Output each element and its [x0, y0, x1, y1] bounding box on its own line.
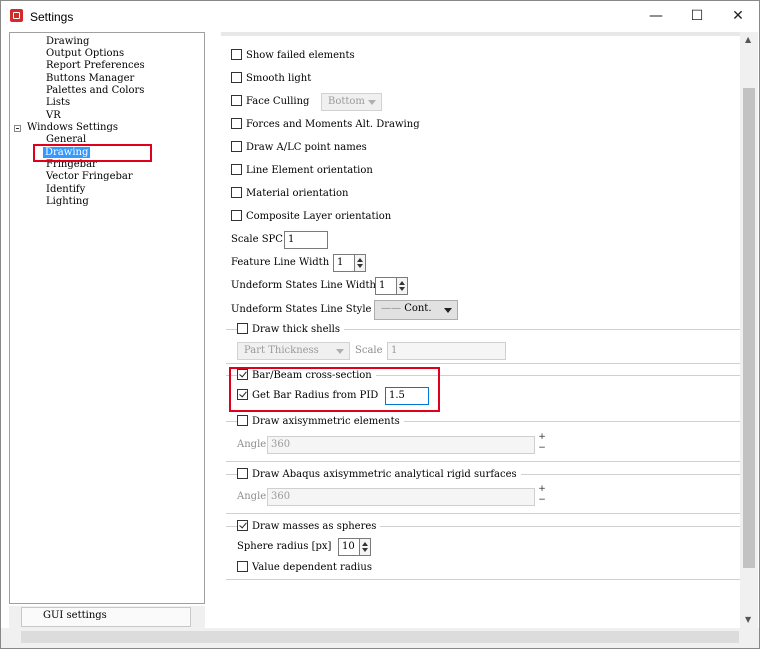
group-divider	[226, 461, 741, 462]
draw-masses-checkbox[interactable]	[237, 520, 248, 531]
face-culling-select[interactable]: Bottom	[321, 93, 382, 111]
tree-item-report-preferences[interactable]: Report Preferences	[46, 60, 145, 72]
feature-line-width-input[interactable]: 1	[333, 254, 355, 272]
composite-layer-orientation-checkbox[interactable]	[231, 210, 242, 221]
axisymmetric-angle-input[interactable]: 360	[267, 436, 535, 454]
show-failed-elements-checkbox[interactable]	[231, 49, 242, 60]
tree-item-buttons-manager[interactable]: Buttons Manager	[46, 73, 134, 85]
face-culling-row[interactable]: Face Culling	[231, 95, 309, 109]
scale-spc-input[interactable]: 1	[284, 231, 328, 249]
undeform-line-width-label: Undeform States Line Width	[231, 280, 376, 291]
app-icon	[10, 9, 23, 22]
scale-spc-label: Scale SPC	[231, 234, 283, 245]
close-button[interactable]: ✕	[723, 6, 753, 26]
material-orientation-checkbox[interactable]	[231, 187, 242, 198]
gui-settings-label: GUI settings	[43, 610, 107, 621]
value-dependent-radius-checkbox[interactable]	[237, 561, 248, 572]
abaqus-angle-input[interactable]: 360	[267, 488, 535, 506]
draw-thick-shells-row[interactable]: Draw thick shells	[237, 323, 345, 337]
forces-moments-row[interactable]: Forces and Moments Alt. Drawing	[231, 118, 420, 132]
tree-item-windows-settings[interactable]: Windows Settings	[27, 122, 118, 134]
tree-item-vector-fringebar[interactable]: Vector Fringebar	[46, 171, 133, 183]
scroll-down-icon[interactable]: ▼	[745, 615, 751, 624]
collapse-icon[interactable]	[14, 125, 21, 132]
undeform-line-style-select[interactable]: —— Cont.	[374, 300, 458, 320]
draw-axisymmetric-checkbox[interactable]	[237, 415, 248, 426]
tree-item-lighting[interactable]: Lighting	[46, 196, 89, 208]
horizontal-scroll-thumb[interactable]	[21, 631, 739, 643]
thick-shells-scale-input[interactable]: 1	[387, 342, 506, 360]
thick-shells-scale-label: Scale	[355, 345, 383, 356]
tree-item-output-options[interactable]: Output Options	[46, 48, 124, 60]
axisymmetric-minus-icon[interactable]: −	[537, 444, 547, 453]
settings-panel: Show failed elements Smooth light Face C…	[221, 32, 741, 628]
draw-alc-row[interactable]: Draw A/LC point names	[231, 141, 367, 155]
forces-moments-checkbox[interactable]	[231, 118, 242, 129]
tree-item-vr[interactable]: VR	[46, 110, 61, 122]
tree-item-lists[interactable]: Lists	[46, 97, 70, 109]
smooth-light-row[interactable]: Smooth light	[231, 72, 311, 86]
abaqus-minus-icon[interactable]: −	[537, 496, 547, 505]
settings-window: Settings — ☐ ✕ Drawing Output Options Re…	[0, 0, 760, 649]
material-orientation-row[interactable]: Material orientation	[231, 187, 348, 201]
chevron-down-icon	[336, 349, 344, 354]
feature-line-width-spinner[interactable]	[355, 254, 366, 272]
value-dependent-radius-row[interactable]: Value dependent radius	[237, 561, 372, 575]
sphere-radius-spinner[interactable]	[360, 538, 371, 556]
sphere-radius-label: Sphere radius [px]	[237, 541, 332, 552]
scroll-up-icon[interactable]: ▲	[745, 35, 751, 44]
smooth-light-checkbox[interactable]	[231, 72, 242, 83]
title-bar[interactable]: Settings — ☐ ✕	[1, 1, 759, 32]
undeform-line-width-spinner[interactable]	[397, 277, 408, 295]
group-divider	[226, 579, 741, 580]
draw-abaqus-checkbox[interactable]	[237, 468, 248, 479]
draw-thick-shells-checkbox[interactable]	[237, 323, 248, 334]
selection-highlight-box	[33, 144, 152, 162]
draw-masses-row[interactable]: Draw masses as spheres	[237, 520, 381, 534]
vertical-scroll-thumb[interactable]	[743, 88, 755, 568]
window-title: Settings	[30, 10, 74, 24]
thick-shells-mode-select[interactable]: Part Thickness	[237, 342, 350, 360]
draw-alc-checkbox[interactable]	[231, 141, 242, 152]
abaqus-plus-icon[interactable]: +	[537, 485, 547, 494]
composite-layer-orientation-row[interactable]: Composite Layer orientation	[231, 210, 391, 224]
undeform-line-width-input[interactable]: 1	[375, 277, 397, 295]
draw-axisymmetric-row[interactable]: Draw axisymmetric elements	[237, 415, 404, 429]
line-element-orientation-checkbox[interactable]	[231, 164, 242, 175]
tree-item-identify[interactable]: Identify	[46, 184, 85, 196]
gui-settings-tab[interactable]: GUI settings	[9, 606, 205, 628]
vertical-scrollbar[interactable]: ▲ ▼	[740, 32, 758, 628]
line-element-orientation-row[interactable]: Line Element orientation	[231, 164, 373, 178]
undeform-line-style-label: Undeform States Line Style	[231, 304, 372, 315]
show-failed-elements-row[interactable]: Show failed elements	[231, 49, 355, 63]
chevron-down-icon	[368, 100, 376, 105]
feature-line-width-label: Feature Line Width	[231, 257, 330, 268]
abaqus-angle-label: Angle	[237, 491, 267, 502]
axisymmetric-angle-label: Angle	[237, 439, 267, 450]
horizontal-scrollbar[interactable]	[1, 628, 759, 648]
tree-item-drawing-general[interactable]: Drawing	[46, 36, 89, 48]
group-divider	[226, 513, 741, 514]
settings-tree[interactable]: Drawing Output Options Report Preference…	[9, 32, 205, 604]
axisymmetric-plus-icon[interactable]: +	[537, 433, 547, 442]
chevron-down-icon	[444, 308, 452, 313]
maximize-button[interactable]: ☐	[682, 6, 712, 26]
panel-top-strip	[221, 32, 741, 36]
group-divider	[226, 363, 741, 364]
draw-abaqus-row[interactable]: Draw Abaqus axisymmetric analytical rigi…	[237, 468, 521, 482]
sphere-radius-input[interactable]: 10	[338, 538, 360, 556]
bar-beam-highlight-box	[229, 367, 440, 412]
tree-item-palettes-colors[interactable]: Palettes and Colors	[46, 85, 144, 97]
face-culling-checkbox[interactable]	[231, 95, 242, 106]
minimize-button[interactable]: —	[641, 6, 671, 26]
